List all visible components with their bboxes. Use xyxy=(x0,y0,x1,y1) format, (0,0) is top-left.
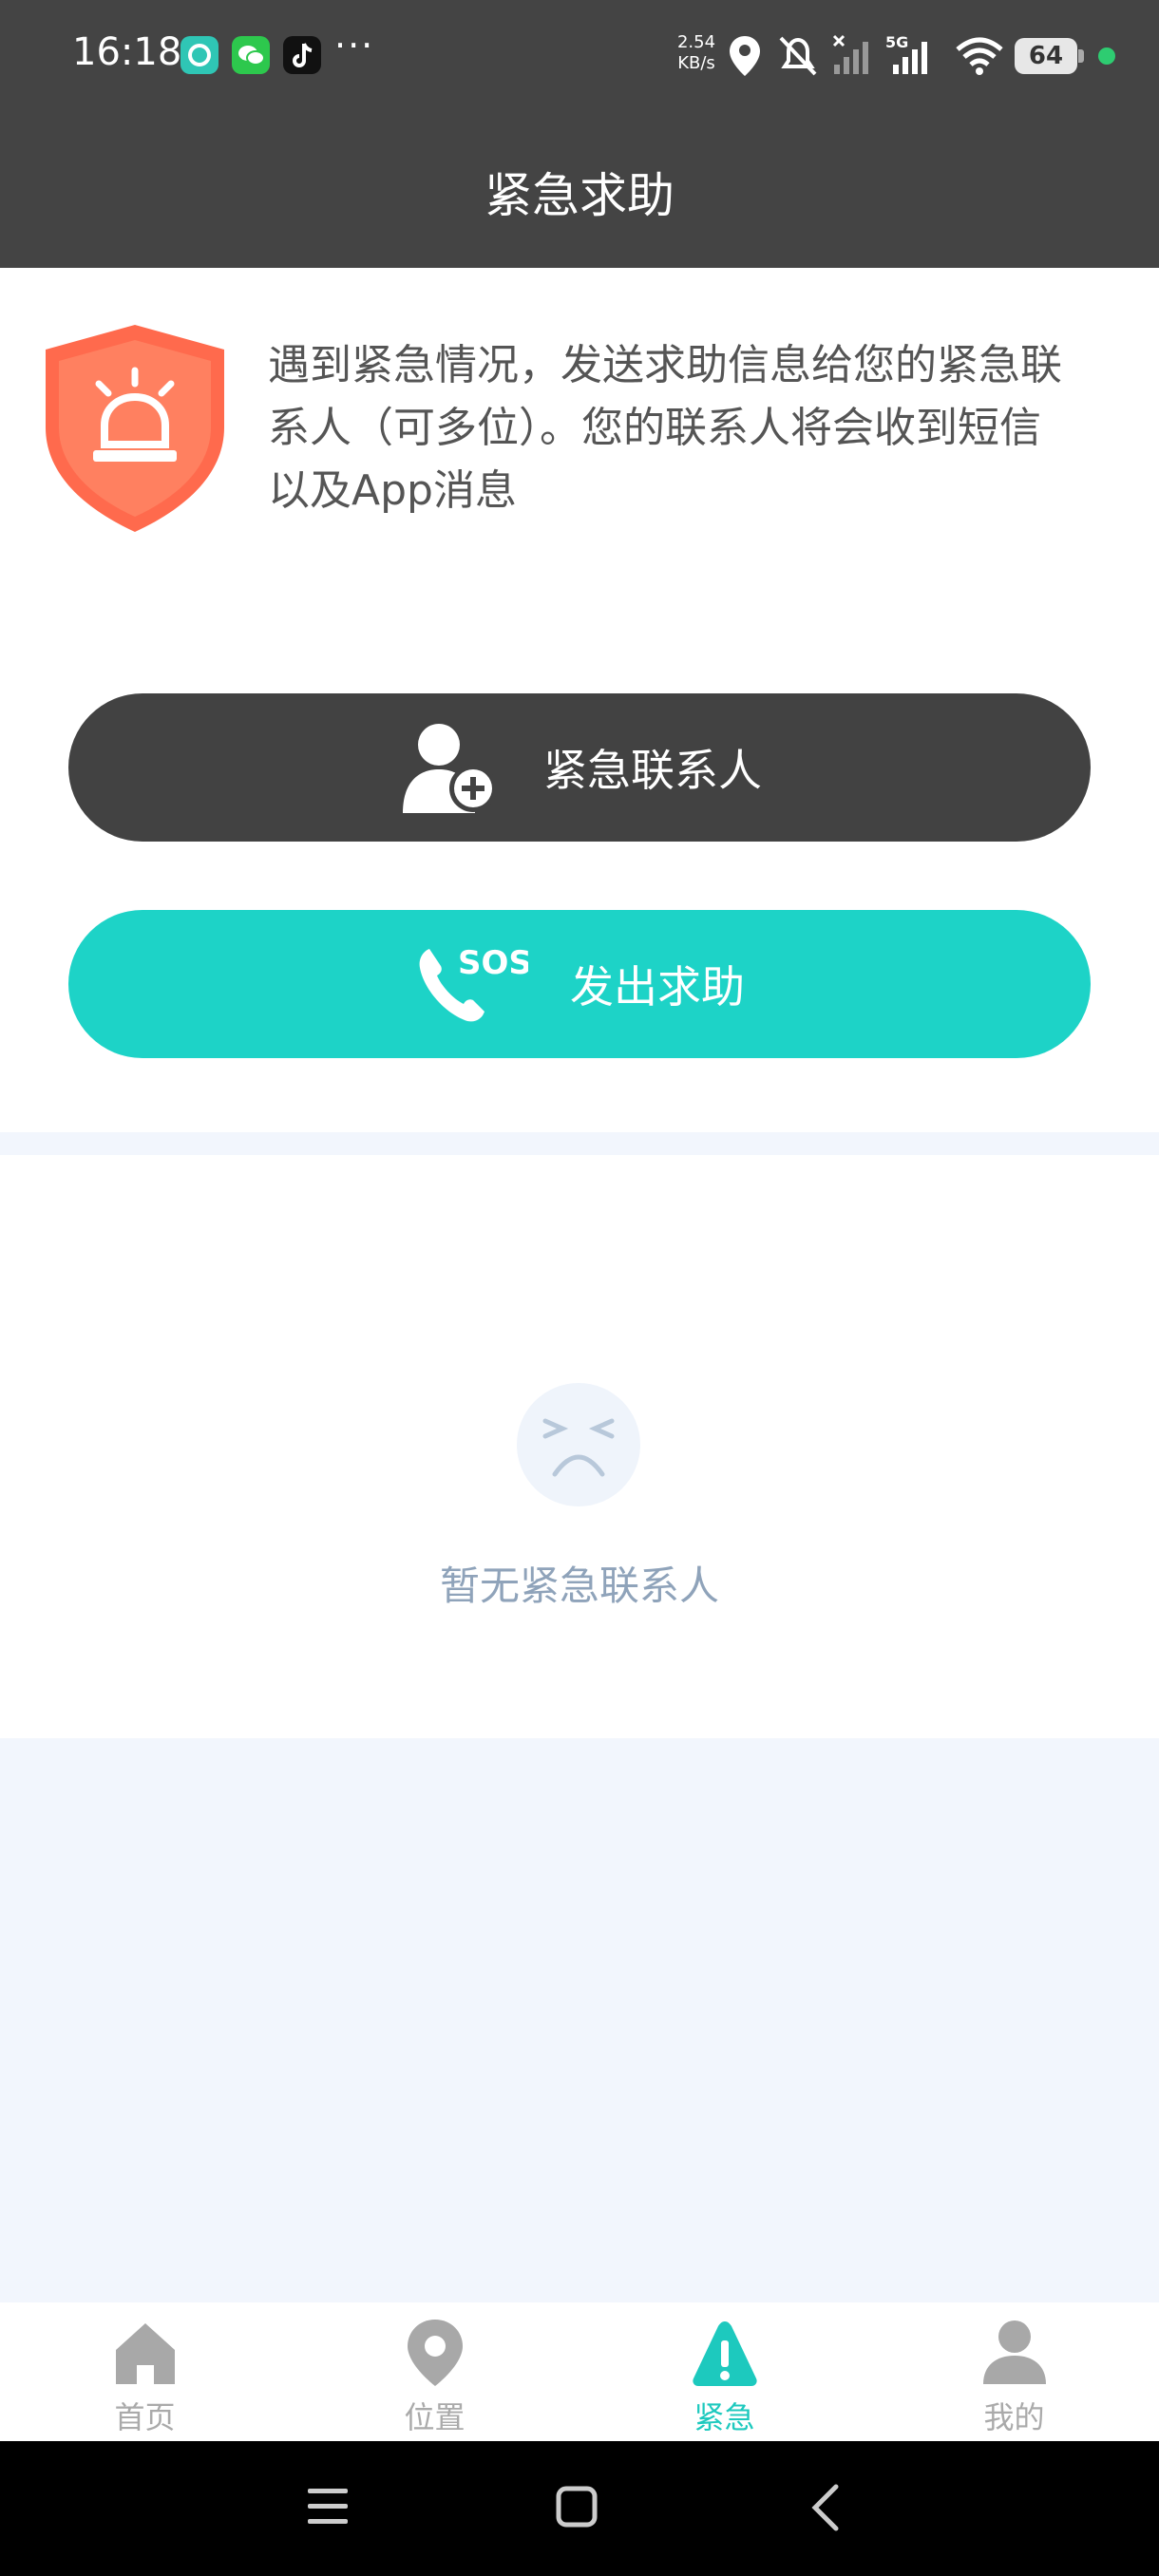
tiktok-app-icon xyxy=(283,36,321,74)
battery-icon: 64 xyxy=(1015,38,1077,74)
intro-text: 遇到紧急情况，发送求助信息给您的紧急联系人（可多位）。您的联系人将会收到短信以及… xyxy=(268,341,1062,515)
status-time: 16:18 xyxy=(72,30,182,74)
tab-location[interactable]: 位置 xyxy=(290,2302,580,2441)
tab-emergency[interactable]: 紧急 xyxy=(580,2302,869,2441)
mute-icon xyxy=(779,36,817,76)
warning-icon xyxy=(693,2321,757,2386)
add-contact-icon xyxy=(397,718,502,817)
privacy-indicator-dot xyxy=(1098,47,1115,65)
status-bar: 16:18 ··· 2.54 KB/s 5G 64 xyxy=(0,0,1159,116)
more-dots-icon: ··· xyxy=(334,25,375,66)
back-icon[interactable] xyxy=(804,2479,847,2536)
healthkit-app-icon xyxy=(180,36,218,74)
intro-card: 遇到紧急情况，发送求助信息给您的紧急联系人（可多位）。您的联系人将会收到短信以及… xyxy=(0,268,1159,1132)
emergency-contacts-button[interactable]: 紧急联系人 xyxy=(68,693,1091,842)
wifi-icon xyxy=(956,37,1003,75)
location-icon xyxy=(730,36,760,76)
header: 紧急求助 xyxy=(0,116,1159,268)
send-sos-label: 发出求助 xyxy=(570,961,745,1013)
tab-emergency-label: 紧急 xyxy=(694,2399,755,2435)
network-speed: 2.54 KB/s xyxy=(673,32,720,74)
sad-face-icon xyxy=(517,1383,640,1506)
empty-state-text: 暂无紧急联系人 xyxy=(439,1563,719,1609)
battery-tip xyxy=(1078,49,1084,63)
send-sos-button[interactable]: SOS 发出求助 xyxy=(68,910,1091,1058)
tab-profile[interactable]: 我的 xyxy=(869,2302,1159,2441)
speed-unit: KB/s xyxy=(677,53,715,73)
tab-profile-label: 我的 xyxy=(983,2399,1045,2435)
wechat-app-icon xyxy=(232,36,270,74)
sos-phone-icon: SOS xyxy=(414,941,528,1027)
alarm-shield-icon xyxy=(46,325,224,532)
emergency-contacts-label: 紧急联系人 xyxy=(543,745,762,796)
contacts-empty-state: 暂无紧急联系人 xyxy=(0,1155,1159,1738)
menu-icon[interactable] xyxy=(306,2479,350,2536)
home-square-icon[interactable] xyxy=(555,2479,598,2536)
sos-text: SOS xyxy=(458,944,528,982)
tab-location-label: 位置 xyxy=(404,2399,466,2435)
bottom-tab-bar: 首页 位置 紧急 我的 xyxy=(0,2302,1159,2441)
signal-off-icon xyxy=(832,34,868,74)
home-icon xyxy=(116,2323,175,2384)
tab-home-label: 首页 xyxy=(114,2399,176,2435)
tab-home[interactable]: 首页 xyxy=(0,2302,290,2441)
svg-text:5G: 5G xyxy=(885,34,908,51)
profile-icon xyxy=(983,2320,1046,2384)
location-pin-icon xyxy=(408,2320,463,2386)
signal-5g-icon: 5G xyxy=(885,34,927,74)
speed-value: 2.54 xyxy=(676,32,716,52)
system-nav-bar xyxy=(0,2441,1159,2576)
page-title: 紧急求助 xyxy=(484,168,674,223)
